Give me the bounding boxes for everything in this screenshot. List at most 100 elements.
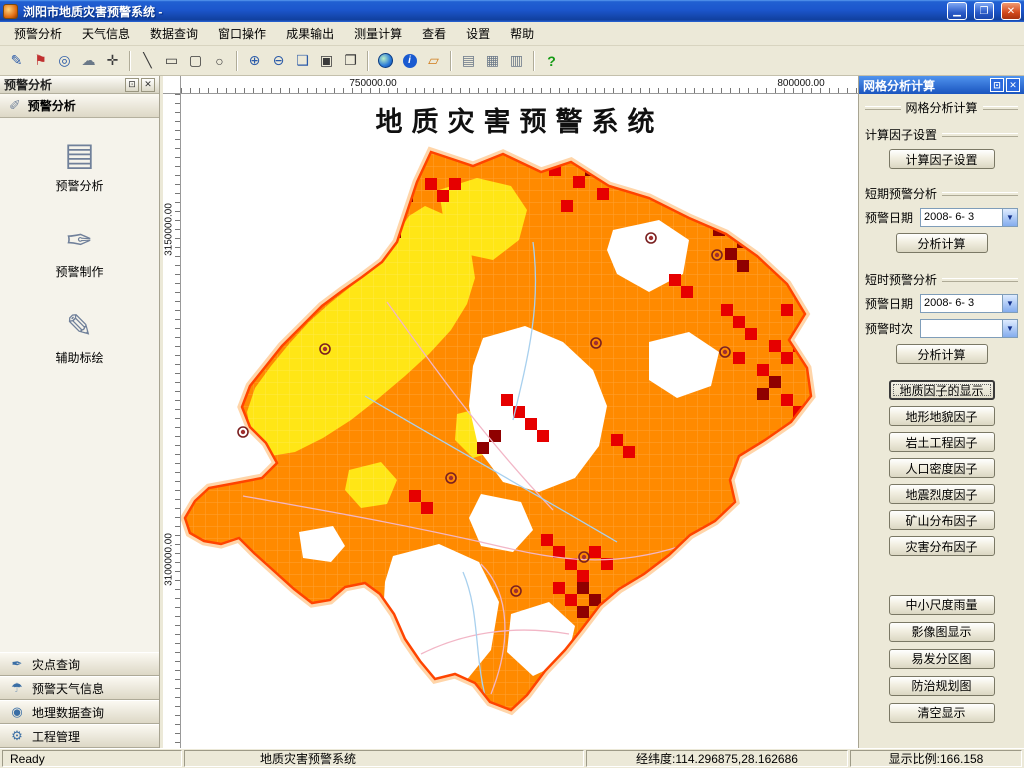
nowcast-label: 短时预警分析 — [865, 271, 1018, 288]
map-svg — [181, 146, 816, 716]
zoom-out-icon[interactable]: ⊖ — [267, 49, 290, 72]
accordion: ✒ 灾点查询 ☂ 预警天气信息 ◉ 地理数据查询 ⚙ 工程管理 — [0, 652, 159, 748]
ellipse-tool-icon[interactable]: ○ — [208, 49, 231, 72]
rectangle-tool-icon[interactable]: ▭ — [160, 49, 183, 72]
factor-geotech-button[interactable]: 岩土工程因子 — [888, 432, 995, 452]
zoom-in-icon[interactable]: ⊕ — [243, 49, 266, 72]
menu-warning-analysis[interactable]: 预警分析 — [4, 21, 72, 46]
minimize-button[interactable]: ▁ — [947, 2, 967, 20]
print-setup-icon[interactable]: ▥ — [505, 49, 528, 72]
tool-auxiliary-plot[interactable]: ✎ 辅助标绘 — [55, 310, 103, 366]
app-icon — [3, 3, 18, 19]
menu-data-query[interactable]: 数据查询 — [140, 21, 208, 46]
tool-warning-analysis[interactable]: ▤ 预警分析 — [55, 138, 103, 194]
short-term-analyze-button[interactable]: 分析计算 — [895, 233, 988, 253]
ruler-top: 750000.00 800000.00 — [181, 76, 858, 94]
accordion-label: 灾点查询 — [32, 657, 81, 672]
chevron-down-icon[interactable]: ▼ — [1002, 320, 1017, 337]
globe-icon[interactable] — [374, 49, 397, 72]
section-warning-analysis[interactable]: ✐ 预警分析 — [0, 94, 159, 118]
menu-weather-info[interactable]: 天气信息 — [72, 21, 140, 46]
menu-settings[interactable]: 设置 — [456, 21, 500, 46]
factor-seismic-button[interactable]: 地震烈度因子 — [888, 484, 995, 504]
accordion-project-management[interactable]: ⚙ 工程管理 — [0, 724, 159, 748]
main-area: 预警分析 ⊡ ✕ ✐ 预警分析 ▤ 预警分析 ✑ 预警制作 ✎ 辅助标绘 ✒ 灾… — [0, 76, 1024, 748]
window-title: 浏阳市地质灾害预警系统 - — [23, 4, 163, 19]
zoom-window-icon[interactable]: ❑ — [291, 49, 314, 72]
date-label: 预警日期 — [865, 297, 914, 311]
menu-view[interactable]: 查看 — [412, 21, 456, 46]
factor-setting-button[interactable]: 计算因子设置 — [888, 149, 995, 169]
grid-analysis-panel: 网格分析计算 ⊡ ✕ 网格分析计算 计算因子设置 计算因子设置 短期预警分析 预… — [858, 76, 1024, 748]
menu-result-output[interactable]: 成果输出 — [276, 21, 344, 46]
nowcast-date-dropdown[interactable]: 2008- 6- 3 ▼ — [920, 294, 1018, 313]
factor-mine-button[interactable]: 矿山分布因子 — [888, 510, 995, 530]
accordion-warning-weather-info[interactable]: ☂ 预警天气信息 — [0, 676, 159, 700]
accordion-geographic-data-query[interactable]: ◉ 地理数据查询 — [0, 700, 159, 724]
map-canvas[interactable]: 地质灾害预警系统 — [181, 94, 858, 748]
factor-terrain-button[interactable]: 地形地貌因子 — [888, 406, 995, 426]
prevention-plan-button[interactable]: 防治规划图 — [888, 675, 995, 696]
pin-icon[interactable]: ⊡ — [990, 78, 1004, 92]
nowcast-analyze-button[interactable]: 分析计算 — [895, 344, 988, 364]
locate-icon[interactable]: ◎ — [53, 49, 76, 72]
tool-label: 辅助标绘 — [55, 351, 104, 365]
close-panel-icon[interactable]: ✕ — [141, 77, 155, 92]
stamp-icon: ✐ — [9, 97, 21, 113]
pan-icon[interactable]: ✛ — [101, 49, 124, 72]
full-extent-icon[interactable]: ▣ — [315, 49, 338, 72]
date-value: 2008- 6- 3 — [924, 297, 975, 309]
measure-icon[interactable]: ▱ — [422, 49, 445, 72]
nowcast-time-dropdown[interactable]: ▼ — [920, 319, 1018, 338]
ruler-left: 3150000.00 3100000.00 — [163, 94, 181, 748]
info-icon[interactable]: i — [398, 49, 421, 72]
copy-view-icon[interactable]: ❐ — [339, 49, 362, 72]
menu-window-ops[interactable]: 窗口操作 — [208, 21, 276, 46]
warning-analysis-icon: ▤ — [64, 136, 95, 172]
edit-icon[interactable]: ✎ — [5, 49, 28, 72]
factor-geology-display-button[interactable]: 地质因子的显示 — [888, 380, 995, 400]
help-icon[interactable]: ? — [540, 49, 563, 72]
tool-warning-production[interactable]: ✑ 预警制作 — [55, 224, 103, 280]
toolbar-separator — [236, 50, 238, 71]
imagery-button[interactable]: 影像图显示 — [888, 621, 995, 642]
map-area: 750000.00 800000.00 3150000.00 3100000.0… — [163, 76, 858, 748]
warning-analysis-panel: 预警分析 ⊡ ✕ ✐ 预警分析 ▤ 预警分析 ✑ 预警制作 ✎ 辅助标绘 ✒ 灾… — [0, 76, 160, 748]
close-button[interactable]: ✕ — [1001, 2, 1021, 20]
menu-help[interactable]: 帮助 — [500, 21, 544, 46]
accordion-label: 工程管理 — [32, 729, 81, 744]
print-icon[interactable]: ▦ — [481, 49, 504, 72]
line-tool-icon[interactable]: ╲ — [136, 49, 159, 72]
maximize-button[interactable]: ❐ — [974, 2, 994, 20]
rainfall-button[interactable]: 中小尺度雨量 — [888, 594, 995, 615]
time-label: 预警时次 — [865, 322, 914, 336]
status-coordinates: 经纬度:114.296875,28.162686 — [586, 750, 848, 767]
rounded-rectangle-tool-icon[interactable]: ▢ — [184, 49, 207, 72]
menu-measure-calc[interactable]: 测量计算 — [344, 21, 412, 46]
globe-sphere — [378, 53, 393, 68]
chevron-down-icon[interactable]: ▼ — [1002, 209, 1017, 226]
toolbar: ✎ ⚑ ◎ ☁ ✛ ╲ ▭ ▢ ○ ⊕ ⊖ ❑ ▣ ❐ i ▱ ▤ ▦ ▥ ? — [0, 46, 1024, 76]
factor-disaster-button[interactable]: 灾害分布因子 — [888, 536, 995, 556]
susceptibility-button[interactable]: 易发分区图 — [888, 648, 995, 669]
accordion-disaster-point-query[interactable]: ✒ 灾点查询 — [0, 652, 159, 676]
accordion-label: 预警天气信息 — [32, 681, 105, 696]
section-label: 预警分析 — [27, 99, 76, 113]
clear-display-button[interactable]: 清空显示 — [888, 702, 995, 723]
factor-button-list: 地质因子的显示 地形地貌因子 岩土工程因子 人口密度因子 地震烈度因子 矿山分布… — [865, 377, 1018, 559]
chevron-down-icon[interactable]: ▼ — [1002, 295, 1017, 312]
auxiliary-plot-icon: ✎ — [66, 308, 93, 344]
short-term-date-row: 预警日期 2008- 6- 3 ▼ — [865, 208, 1018, 227]
cloud-icon[interactable]: ☁ — [77, 49, 100, 72]
grid-analysis-heading: 网格分析计算 — [865, 99, 1018, 116]
close-panel-icon[interactable]: ✕ — [1006, 78, 1020, 92]
print-preview-icon[interactable]: ▤ — [457, 49, 480, 72]
factor-population-button[interactable]: 人口密度因子 — [888, 458, 995, 478]
toolbar-separator — [533, 50, 535, 71]
flag-icon[interactable]: ⚑ — [29, 49, 52, 72]
short-term-date-dropdown[interactable]: 2008- 6- 3 ▼ — [920, 208, 1018, 227]
status-bar: Ready 地质灾害预警系统 经纬度:114.296875,28.162686 … — [0, 748, 1024, 768]
toolbar-separator — [129, 50, 131, 71]
ruler-left-label: 3100000.00 — [163, 533, 175, 586]
pin-icon[interactable]: ⊡ — [125, 77, 139, 92]
